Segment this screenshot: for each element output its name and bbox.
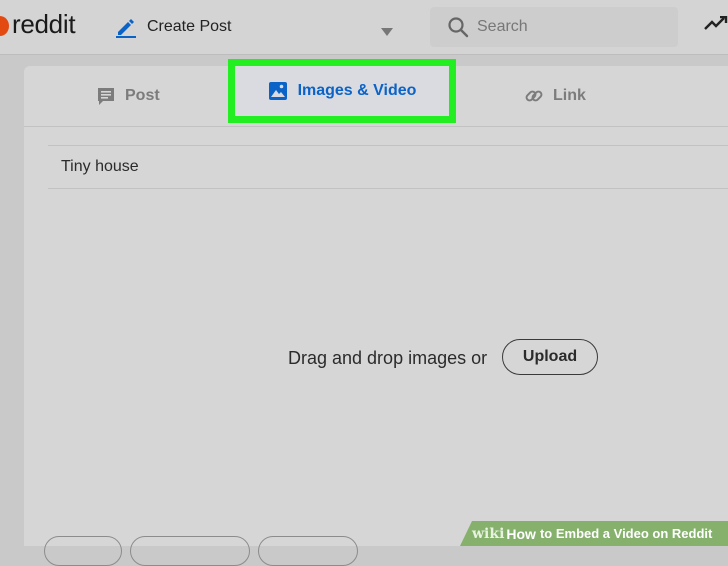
post-option-button[interactable] bbox=[258, 536, 358, 566]
chevron-down-icon bbox=[381, 23, 393, 41]
image-icon bbox=[268, 81, 288, 101]
top-header: reddit Create Post Search bbox=[0, 0, 728, 55]
create-post-label: Create Post bbox=[147, 18, 232, 35]
search-icon bbox=[447, 16, 469, 43]
post-icon bbox=[96, 86, 116, 106]
watermark-brand: wiki bbox=[472, 525, 505, 542]
create-post-dropdown[interactable]: Create Post bbox=[110, 6, 410, 48]
post-type-tabs: Post Images & Video Link bbox=[24, 59, 728, 127]
pencil-icon bbox=[114, 15, 138, 44]
tab-images-video[interactable]: Images & Video bbox=[228, 59, 456, 123]
title-value: Tiny house bbox=[61, 158, 139, 175]
trending-icon[interactable] bbox=[704, 15, 728, 35]
dropzone-text: Drag and drop images or bbox=[288, 348, 488, 368]
tab-post-label: Post bbox=[125, 87, 160, 104]
search-placeholder: Search bbox=[477, 18, 528, 35]
title-input[interactable]: Tiny house bbox=[48, 145, 728, 189]
tab-images-video-label: Images & Video bbox=[297, 82, 417, 99]
create-post-card: Post Images & Video Link Tiny house Drag… bbox=[24, 59, 728, 566]
post-option-button[interactable] bbox=[44, 536, 122, 566]
search-bar[interactable]: Search bbox=[430, 7, 678, 47]
tab-link-label: Link bbox=[553, 87, 586, 104]
tab-link[interactable]: Link bbox=[524, 66, 586, 126]
tab-post[interactable]: Post bbox=[96, 66, 160, 126]
watermark-title: to Embed a Video on Reddit bbox=[539, 526, 713, 541]
wikihow-watermark: wiki How to Embed a Video on Reddit bbox=[460, 521, 728, 546]
reddit-logo-icon[interactable] bbox=[0, 16, 9, 36]
post-option-button[interactable] bbox=[130, 536, 250, 566]
upload-button[interactable]: Upload bbox=[502, 339, 598, 375]
watermark-how: How bbox=[506, 525, 536, 542]
reddit-logo-text[interactable]: reddit bbox=[12, 9, 76, 40]
link-icon bbox=[524, 86, 544, 106]
